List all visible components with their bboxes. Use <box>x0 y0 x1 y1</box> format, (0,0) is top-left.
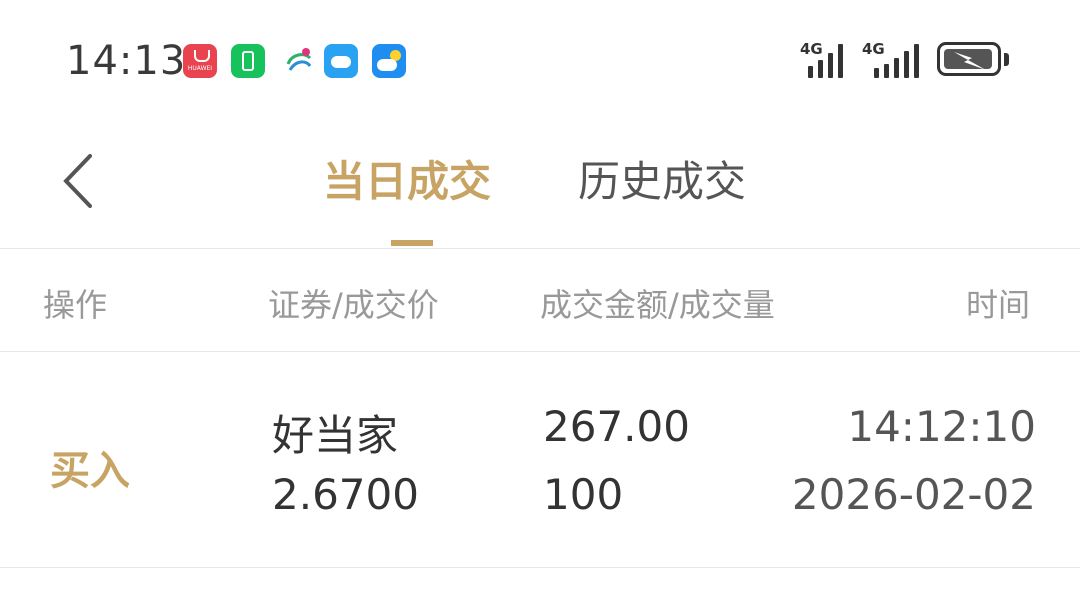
signal-icon: 4G <box>800 40 852 78</box>
china-mobile-icon <box>282 44 316 78</box>
column-header-divider <box>0 351 1080 352</box>
trade-amount: 267.00 <box>543 402 690 451</box>
trade-price: 2.6700 <box>272 470 419 519</box>
status-bar: 14:13 HUAWEI 4G 4G <box>0 0 1080 120</box>
huawei-appgallery-icon: HUAWEI <box>183 44 217 78</box>
tab-today-trades[interactable]: 当日成交 <box>323 148 491 209</box>
trade-time: 14:12:10 <box>847 402 1036 451</box>
weather-app-icon <box>372 44 406 78</box>
battery-tip <box>1004 53 1009 66</box>
back-button[interactable] <box>54 150 106 212</box>
security-name: 好当家 <box>272 411 399 460</box>
tab-history-trades[interactable]: 历史成交 <box>578 148 746 209</box>
charging-icon <box>954 52 986 70</box>
column-header-security-price: 证券/成交价 <box>268 286 439 324</box>
active-tab-indicator <box>391 240 433 246</box>
row-divider <box>0 567 1080 568</box>
trade-volume: 100 <box>543 470 624 519</box>
battery-app-icon <box>231 44 265 78</box>
trade-date: 2026-02-02 <box>791 470 1036 519</box>
cloud-app-icon <box>324 44 358 78</box>
trade-action: 买入 <box>50 448 130 494</box>
column-header-action: 操作 <box>43 286 108 324</box>
header-divider <box>0 248 1080 249</box>
signal-icon-2: 4G <box>862 40 926 78</box>
column-header-amount-volume: 成交金额/成交量 <box>540 286 775 324</box>
status-time: 14:13 <box>66 38 187 84</box>
column-header-time: 时间 <box>966 286 1031 324</box>
